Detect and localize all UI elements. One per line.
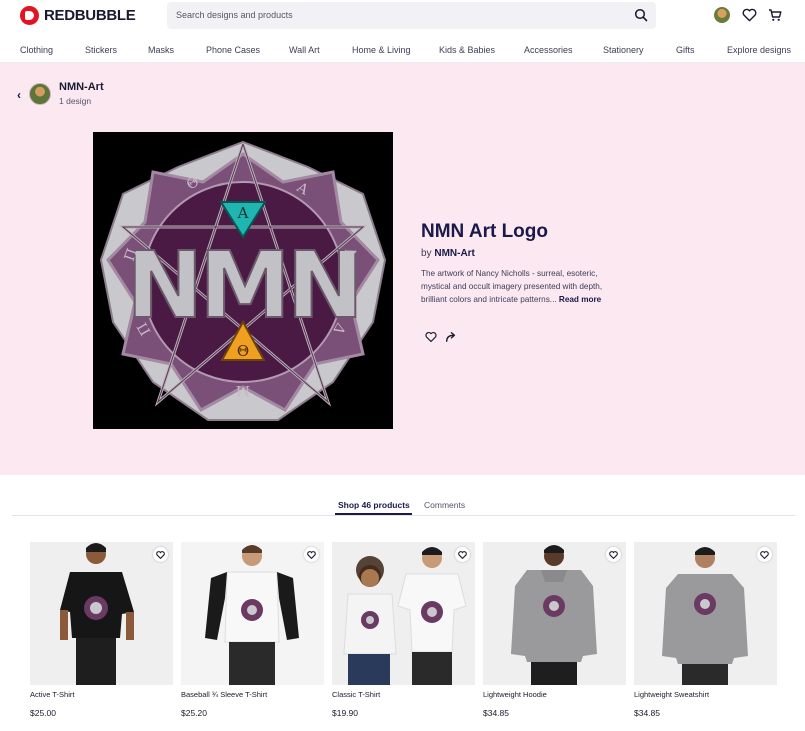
read-more-link[interactable]: Read more <box>559 295 601 304</box>
tabs-divider <box>12 515 795 516</box>
search-input[interactable]: Search designs and products <box>167 2 656 29</box>
classic-tshirt-models <box>343 547 467 685</box>
tab-comments[interactable]: Comments <box>424 500 465 510</box>
nav-item-gifts[interactable]: Gifts <box>676 45 695 55</box>
design-byline: by NMN-Art <box>421 248 475 259</box>
product-image[interactable] <box>181 542 324 685</box>
product-card[interactable]: Classic T-Shirt $19.90 <box>332 542 475 718</box>
tab-shop-products[interactable]: Shop 46 products <box>338 500 410 510</box>
artist-design-count: 1 design <box>59 96 92 106</box>
site-header: REDBUBBLE Search designs and products <box>0 0 805 30</box>
redbubble-logo-icon <box>20 6 39 25</box>
product-card[interactable]: Lightweight Sweatshirt $34.85 <box>634 542 777 718</box>
product-image[interactable] <box>634 542 777 685</box>
favorites-heart-icon[interactable] <box>742 8 757 22</box>
category-nav: Clothing Stickers Masks Phone Cases Wall… <box>0 39 805 63</box>
search-placeholder: Search designs and products <box>176 10 293 20</box>
nav-item-kids-babies[interactable]: Kids & Babies <box>439 45 495 55</box>
product-name[interactable]: Lightweight Sweatshirt <box>634 690 777 699</box>
brand-logo[interactable]: REDBUBBLE <box>20 6 136 25</box>
product-card[interactable]: Lightweight Hoodie $34.85 <box>483 542 626 718</box>
nav-item-home-living[interactable]: Home & Living <box>352 45 411 55</box>
product-heart-icon[interactable] <box>455 547 470 562</box>
product-card[interactable]: Baseball ¾ Sleeve T-Shirt $25.20 <box>181 542 324 718</box>
product-name[interactable]: Classic T-Shirt <box>332 690 475 699</box>
product-name[interactable]: Baseball ¾ Sleeve T-Shirt <box>181 690 324 699</box>
nav-item-accessories[interactable]: Accessories <box>524 45 573 55</box>
product-image[interactable] <box>483 542 626 685</box>
svg-text:M: M <box>236 382 250 398</box>
product-heart-icon[interactable] <box>606 547 621 562</box>
product-card[interactable]: Active T-Shirt $25.00 <box>30 542 173 718</box>
product-name[interactable]: Lightweight Hoodie <box>483 690 626 699</box>
nav-item-masks[interactable]: Masks <box>148 45 174 55</box>
artist-avatar[interactable] <box>29 83 51 105</box>
product-heart-icon[interactable] <box>304 547 319 562</box>
design-title: NMN Art Logo <box>421 221 548 242</box>
nav-item-explore-designs[interactable]: Explore designs <box>727 45 791 55</box>
lightweight-hoodie-model <box>511 545 597 685</box>
product-price: $25.00 <box>30 708 56 718</box>
product-heart-icon[interactable] <box>757 547 772 562</box>
share-icon[interactable] <box>445 331 457 343</box>
byline-prefix: by <box>421 248 432 259</box>
product-price: $34.85 <box>483 708 509 718</box>
brand-name: REDBUBBLE <box>44 7 136 24</box>
nav-item-stationery[interactable]: Stationery <box>603 45 644 55</box>
nav-item-clothing[interactable]: Clothing <box>20 45 53 55</box>
user-avatar[interactable] <box>714 7 730 23</box>
product-price: $19.90 <box>332 708 358 718</box>
svg-text:A: A <box>237 204 249 222</box>
active-tshirt-model <box>60 543 134 685</box>
favorite-design-heart-icon[interactable] <box>425 331 437 343</box>
nmn-logo-artwork: A NMN Θ Θ A A Π Π Δ M <box>99 140 387 421</box>
nav-item-wall-art[interactable]: Wall Art <box>289 45 320 55</box>
design-hero: ‹ NMN-Art 1 design A NMN Θ Θ A A Π Π Δ M… <box>0 63 805 475</box>
artist-name[interactable]: NMN-Art <box>59 81 104 93</box>
artwork-image[interactable]: A NMN Θ Θ A A Π Π Δ M <box>93 132 393 429</box>
cart-icon[interactable] <box>768 8 782 22</box>
design-description: The artwork of Nancy Nicholls - surreal,… <box>421 267 611 306</box>
svg-text:Θ: Θ <box>237 342 249 360</box>
active-tab-indicator <box>335 513 412 515</box>
nav-item-phone-cases[interactable]: Phone Cases <box>206 45 260 55</box>
lightweight-sweatshirt-model <box>662 547 748 685</box>
search-icon[interactable] <box>634 8 648 22</box>
product-image[interactable] <box>30 542 173 685</box>
product-name[interactable]: Active T-Shirt <box>30 690 173 699</box>
product-image[interactable] <box>332 542 475 685</box>
nav-item-stickers[interactable]: Stickers <box>85 45 117 55</box>
product-heart-icon[interactable] <box>153 547 168 562</box>
product-price: $25.20 <box>181 708 207 718</box>
byline-artist-link[interactable]: NMN-Art <box>434 248 475 259</box>
chevron-left-icon[interactable]: ‹ <box>17 88 21 102</box>
baseball-tshirt-model <box>205 545 299 685</box>
product-price: $34.85 <box>634 708 660 718</box>
